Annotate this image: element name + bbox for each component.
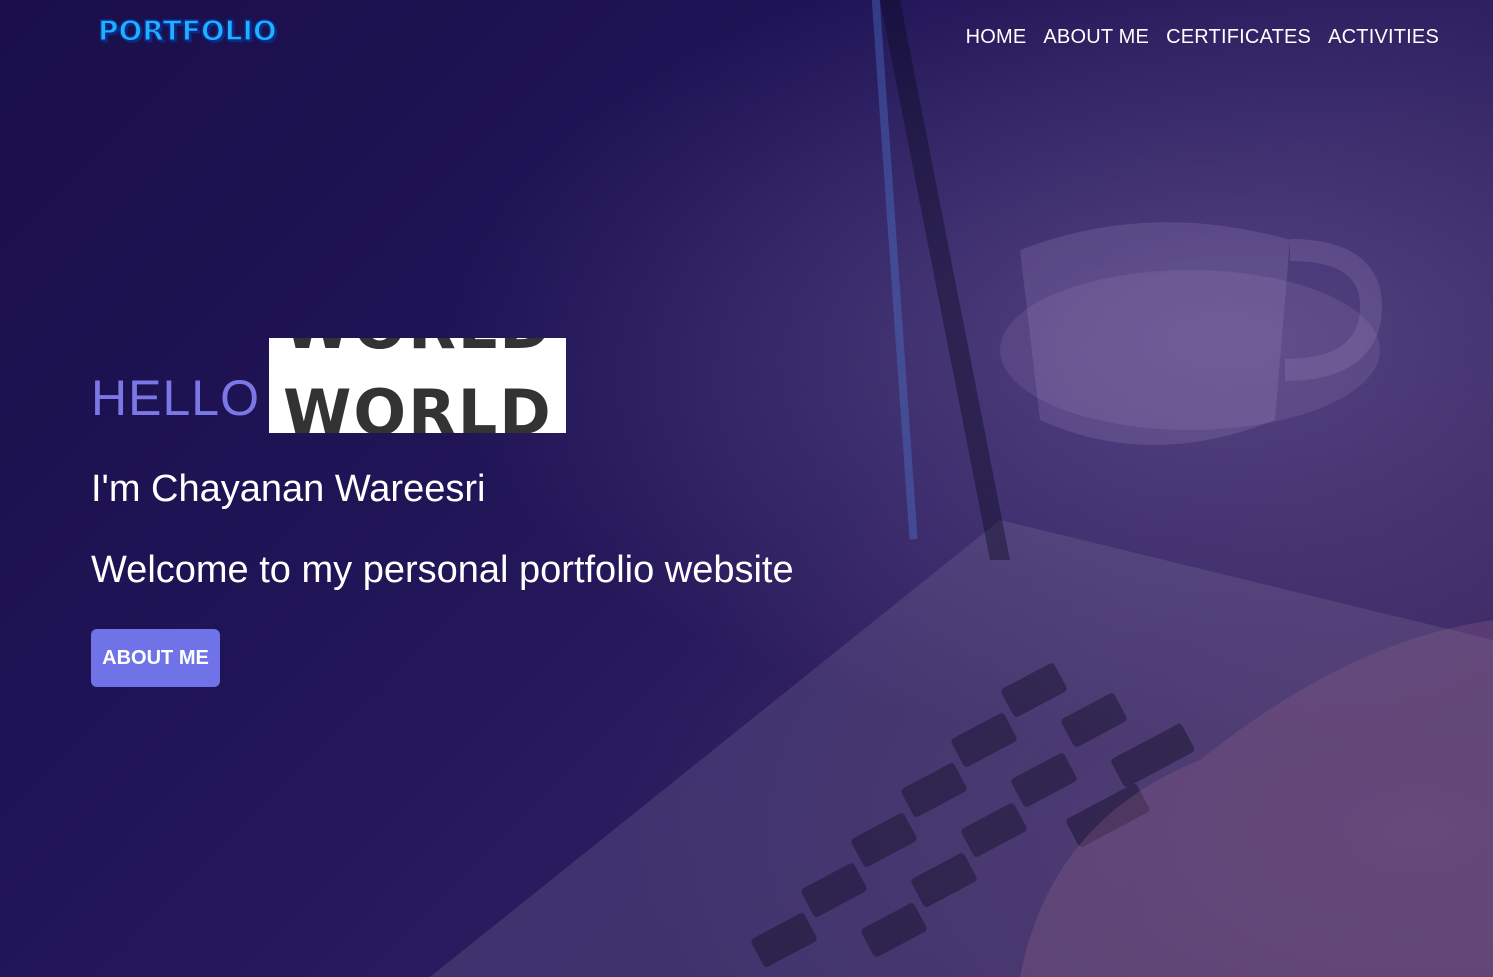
welcome-text: Welcome to my personal portfolio website: [91, 549, 794, 591]
navbar: PORTFOLIO HOME ABOUT ME CERTIFICATES ACT…: [0, 0, 1493, 80]
typing-word-current: WORLD: [282, 376, 553, 434]
intro-name: I'm Chayanan Wareesri: [91, 468, 486, 510]
screen-edge-highlight: [870, 0, 918, 540]
headline: HELLO WORLD WORLD: [91, 338, 566, 433]
typing-word-previous: WORLD: [283, 338, 553, 358]
nav-link-activities[interactable]: ACTIVITIES: [1328, 26, 1439, 49]
hero-section: PORTFOLIO HOME ABOUT ME CERTIFICATES ACT…: [0, 0, 1493, 977]
hello-text: HELLO: [91, 370, 260, 426]
nav-links: HOME ABOUT ME CERTIFICATES ACTIVITIES: [966, 26, 1439, 49]
nav-link-home[interactable]: HOME: [966, 26, 1027, 49]
nav-link-about-me[interactable]: ABOUT ME: [1043, 26, 1149, 49]
logo[interactable]: PORTFOLIO: [97, 13, 277, 48]
nav-link-certificates[interactable]: CERTIFICATES: [1166, 26, 1311, 49]
typing-word-box: WORLD WORLD: [268, 338, 566, 434]
about-me-button[interactable]: ABOUT ME: [91, 629, 220, 687]
